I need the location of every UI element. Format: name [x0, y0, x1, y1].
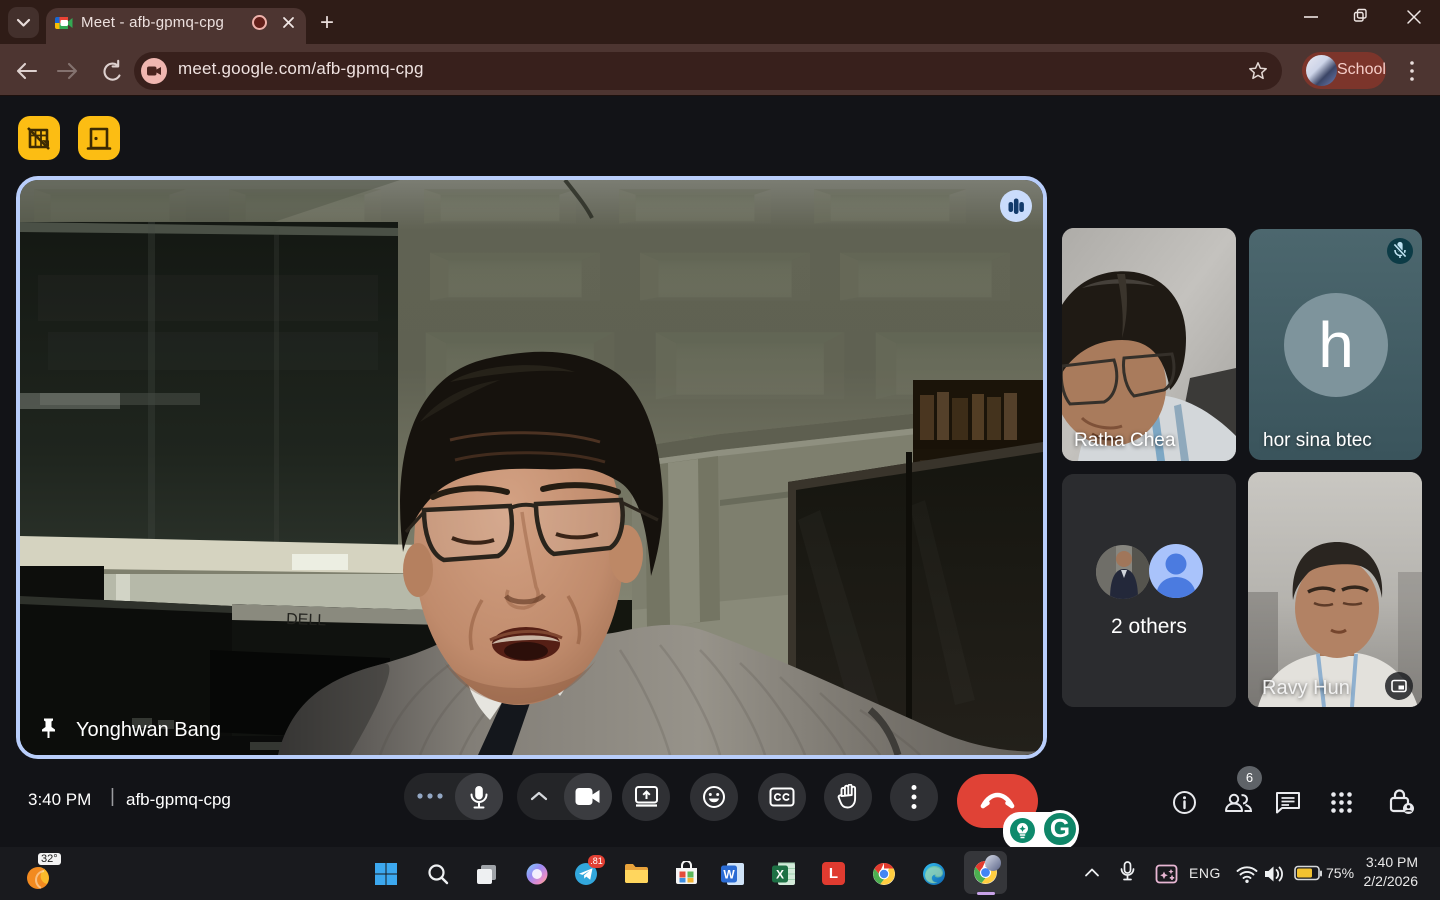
svg-text:Ratha Chea: Ratha Chea	[1074, 430, 1176, 451]
svg-text:2 others: 2 others	[1111, 615, 1187, 638]
svg-text:DELL: DELL	[286, 611, 327, 629]
svg-text:hor sina btec: hor sina btec	[1263, 430, 1372, 451]
svg-text:Ravy Hun: Ravy Hun	[1262, 677, 1350, 699]
svg-text:W: W	[723, 868, 735, 882]
svg-text:h: h	[1318, 309, 1354, 381]
svg-text:X: X	[776, 868, 784, 882]
